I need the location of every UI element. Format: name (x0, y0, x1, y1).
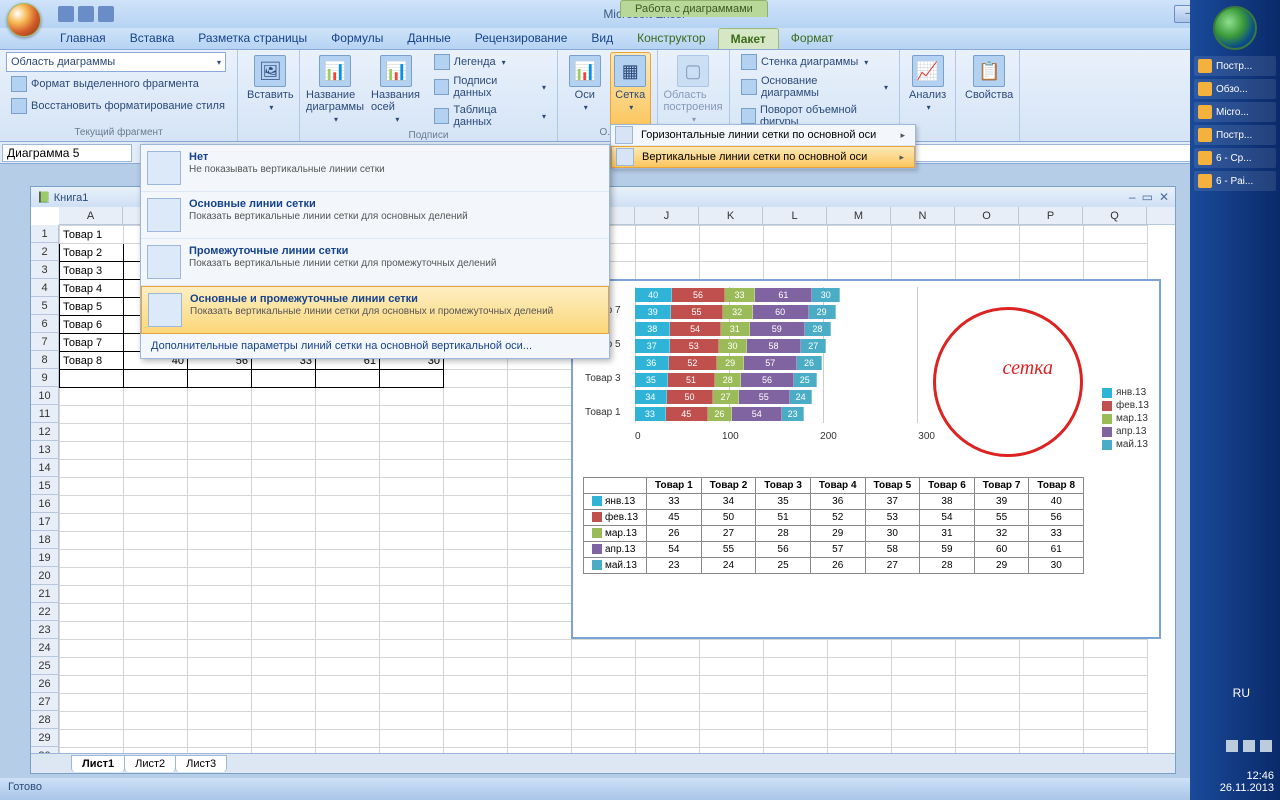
wb-max-icon[interactable]: ▭ (1142, 190, 1153, 204)
save-icon[interactable] (58, 6, 74, 22)
taskbar-item[interactable]: 6 - Pai... (1194, 171, 1276, 191)
format-icon (11, 76, 27, 92)
sheet-tab-3[interactable]: Лист3 (175, 755, 227, 772)
plot-area-button[interactable]: ▢Область построения (664, 52, 722, 128)
chart-legend[interactable]: янв.13фев.13мар.13апр.13май.13 (1102, 387, 1149, 452)
reset-style-button[interactable]: Восстановить форматирование стиля (6, 96, 231, 116)
taskbar-item[interactable]: Micro... (1194, 102, 1276, 122)
name-box[interactable]: Диаграмма 5 (2, 144, 132, 162)
props-icon: 📋 (973, 55, 1005, 87)
tab-home[interactable]: Главная (48, 28, 118, 49)
wall-icon (741, 54, 757, 70)
tab-data[interactable]: Данные (395, 28, 462, 49)
title-bar: Microsoft Excel Работа с диаграммами – ▭… (0, 0, 1280, 28)
group-current-selection: Текущий фрагмент (6, 127, 231, 139)
gridlines-menu: Горизонтальные линии сетки по основной о… (610, 124, 916, 169)
windows-taskbar[interactable]: Постр... Обзо... Micro... Постр... 6 - Ср...… (1190, 0, 1280, 800)
floor-icon (741, 79, 757, 95)
redo-icon[interactable] (98, 6, 114, 22)
legend-icon (434, 54, 450, 70)
both-icon (148, 293, 182, 327)
tray-icons[interactable] (1226, 740, 1272, 752)
axis-title-icon: 📊 (380, 55, 412, 87)
undo-icon[interactable] (78, 6, 94, 22)
annotation-circle (933, 307, 1083, 457)
vert-gridlines-gallery: НетНе показывать вертикальные линии сетк… (140, 144, 610, 359)
wb-min-icon[interactable]: – (1129, 190, 1136, 204)
quick-access-toolbar[interactable] (58, 6, 114, 22)
sheet-tabs[interactable]: Лист1 Лист2 Лист3 (31, 753, 1175, 773)
chart-wall-button[interactable]: Стенка диаграммы (736, 52, 893, 72)
taskbar-item[interactable]: Постр... (1194, 56, 1276, 76)
minor-icon (147, 245, 181, 279)
annotation-text: сетка (1002, 357, 1053, 380)
grid-icon: ▦ (614, 55, 646, 87)
tab-formulas[interactable]: Формулы (319, 28, 395, 49)
analysis-icon: 📈 (912, 55, 944, 87)
major-icon (147, 198, 181, 232)
chart-floor-button[interactable]: Основание диаграммы (736, 73, 893, 101)
status-bar: Готово (0, 778, 1190, 800)
tab-review[interactable]: Рецензирование (463, 28, 580, 49)
start-button[interactable] (1213, 6, 1257, 50)
gallery-minor[interactable]: Промежуточные линии сеткиПоказать вертик… (141, 239, 609, 286)
taskbar-item[interactable]: Обзо... (1194, 79, 1276, 99)
chart-element-selector[interactable]: Область диаграммы (6, 52, 226, 72)
analysis-button[interactable]: 📈Анализ (906, 52, 949, 127)
excel-doc-icon: 📗 (37, 192, 51, 204)
vgrid-icon (616, 148, 634, 166)
sheet-tab-2[interactable]: Лист2 (124, 755, 176, 772)
format-selection-button[interactable]: Формат выделенного фрагмента (6, 74, 231, 94)
rotate-icon (741, 108, 756, 124)
group-labels: Подписи (306, 130, 551, 142)
none-icon (147, 151, 181, 185)
tab-insert[interactable]: Вставка (118, 28, 187, 49)
chart-data-table: Товар 1Товар 2Товар 3Товар 4Товар 5Товар… (583, 477, 1084, 574)
legend-button[interactable]: Легенда (429, 52, 551, 72)
axis-titles-button[interactable]: 📊Названия осей (368, 52, 425, 130)
reset-icon (11, 98, 27, 114)
tab-page-layout[interactable]: Разметка страницы (186, 28, 319, 49)
properties-button[interactable]: 📋Свойства (962, 52, 1016, 127)
taskbar-item[interactable]: 6 - Ср... (1194, 148, 1276, 168)
gridlines-button[interactable]: ▦Сетка (610, 52, 652, 127)
x-axis: 0100200300 (635, 431, 935, 442)
data-labels-icon (434, 79, 450, 95)
row-headers[interactable]: 1234567891011121314151617181920212223242… (31, 225, 59, 753)
clock[interactable]: 12:4626.11.2013 (1220, 770, 1274, 794)
gallery-both[interactable]: Основные и промежуточные линии сеткиПока… (141, 286, 609, 334)
axes-icon: 📊 (569, 55, 601, 87)
data-table-button[interactable]: Таблица данных (429, 102, 551, 130)
menu-vert-gridlines[interactable]: Вертикальные линии сетки по основной оси (611, 146, 915, 168)
hgrid-icon (615, 126, 633, 144)
data-table-icon (434, 108, 450, 124)
gallery-more-options[interactable]: Дополнительные параметры линий сетки на … (141, 334, 609, 358)
insert-button[interactable]: 🖼Вставить (244, 52, 297, 127)
tab-chart-layout[interactable]: Макет (718, 28, 779, 49)
axes-button[interactable]: 📊Оси (564, 52, 606, 127)
chart-tools-label: Работа с диаграммами (620, 0, 768, 17)
chart-plot-area[interactable]: 4056336130395532602938543159283753305827… (579, 287, 1153, 463)
plot-area-icon: ▢ (677, 55, 709, 87)
gallery-major[interactable]: Основные линии сеткиПоказать вертикальны… (141, 192, 609, 239)
tab-view[interactable]: Вид (579, 28, 625, 49)
office-button[interactable] (0, 0, 40, 28)
taskbar-item[interactable]: Постр... (1194, 125, 1276, 145)
gallery-none[interactable]: НетНе показывать вертикальные линии сетк… (141, 145, 609, 192)
chart-title-icon: 📊 (319, 55, 351, 87)
chart-title-button[interactable]: 📊Название диаграммы (306, 52, 364, 130)
embedded-chart[interactable]: 4056336130395532602938543159283753305827… (571, 279, 1161, 639)
picture-icon: 🖼 (254, 55, 286, 87)
wb-close-icon[interactable]: ✕ (1159, 190, 1169, 204)
ribbon-tabs: Главная Вставка Разметка страницы Формул… (0, 28, 1280, 50)
tab-chart-format[interactable]: Формат (779, 28, 846, 49)
language-indicator[interactable]: RU (1233, 686, 1250, 700)
data-labels-button[interactable]: Подписи данных (429, 73, 551, 101)
sheet-tab-1[interactable]: Лист1 (71, 755, 125, 772)
tab-chart-design[interactable]: Конструктор (625, 28, 717, 49)
menu-horiz-gridlines[interactable]: Горизонтальные линии сетки по основной о… (611, 125, 915, 146)
